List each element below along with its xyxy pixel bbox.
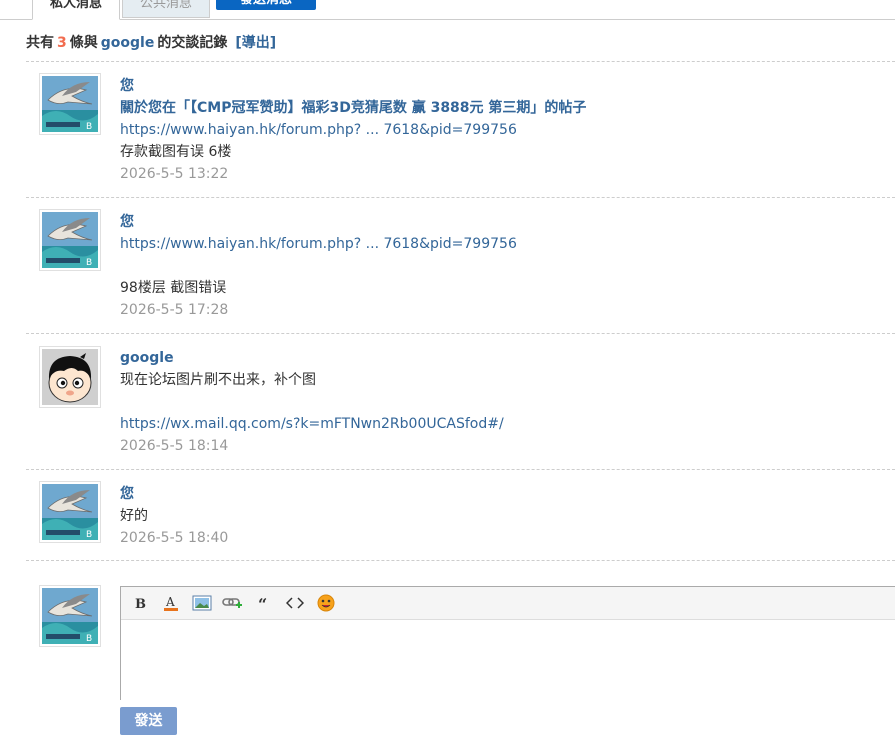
reply-editor: B A “ (120, 586, 895, 700)
smiley-icon[interactable] (313, 591, 339, 615)
seagull-avatar-image: B (42, 588, 98, 644)
message-body: 您 https://www.haiyan.hk/forum.php? ... 7… (120, 211, 880, 321)
seagull-avatar-image: B (42, 484, 98, 540)
image-icon[interactable] (189, 591, 215, 615)
partner-link[interactable]: google (101, 35, 155, 51)
font-color-icon[interactable]: A (158, 591, 184, 615)
message-timestamp: 2026-5-5 13:22 (120, 166, 229, 182)
divider (26, 560, 895, 561)
svg-text:“: “ (258, 596, 267, 610)
divider (26, 333, 895, 334)
tab-public-messages[interactable]: 公共消息 (122, 0, 210, 18)
message-text: 现在论坛图片刷不出来，补个图 (120, 372, 316, 388)
divider (26, 61, 895, 62)
seagull-avatar-image: B (42, 76, 98, 132)
svg-text:B: B (86, 258, 92, 268)
code-icon[interactable] (282, 591, 308, 615)
message-count: 3 (57, 35, 67, 51)
editor-toolbar: B A “ (121, 587, 895, 620)
summary-prefix: 共有 (26, 35, 54, 51)
message-text: 好的 (120, 508, 148, 524)
svg-text:B: B (135, 597, 146, 611)
conversation-summary: 共有 3 條與 google 的交談記錄 [導出] (26, 32, 276, 52)
seagull-avatar[interactable]: B (39, 585, 101, 647)
message-body: 您 關於您在「【CMP冠军赞助】福彩3D竞猜尾数 赢 3888元 第三期」的帖子… (120, 75, 880, 185)
svg-text:B: B (86, 122, 92, 132)
message-text: 存款截图有误 6楼 (120, 144, 232, 160)
message-body: 您 好的 2026-5-5 18:40 (120, 483, 880, 549)
message-author[interactable]: 您 (120, 483, 880, 505)
cartoon-face-avatar[interactable] (39, 346, 101, 408)
thread-url-link[interactable]: https://www.haiyan.hk/forum.php? ... 761… (120, 233, 880, 255)
summary-middle: 條與 (69, 35, 98, 51)
divider (26, 197, 895, 198)
submit-button[interactable]: 發送 (120, 707, 177, 735)
seagull-avatar[interactable]: B (39, 481, 101, 543)
send-message-button[interactable]: 發送消息 (216, 0, 316, 10)
svg-text:B: B (86, 530, 92, 540)
summary-suffix: 的交談記錄 (157, 35, 228, 51)
export-link[interactable]: [導出] (235, 35, 276, 51)
thread-url-link[interactable]: https://www.haiyan.hk/forum.php? ... 761… (120, 119, 880, 141)
message-tabs: 私人消息 公共消息 發送消息 (0, 0, 895, 20)
message-text: 98楼层 截图错误 (120, 280, 227, 296)
bold-icon[interactable]: B (127, 591, 153, 615)
seagull-avatar-image: B (42, 212, 98, 268)
message-author[interactable]: 您 (120, 75, 880, 97)
link-add-icon[interactable] (220, 591, 246, 615)
message-timestamp: 2026-5-5 18:14 (120, 438, 229, 454)
message-body: google 现在论坛图片刷不出来，补个图 https://wx.mail.qq… (120, 347, 880, 457)
seagull-avatar[interactable]: B (39, 209, 101, 271)
message-timestamp: 2026-5-5 18:40 (120, 530, 229, 546)
reply-textarea[interactable] (121, 620, 895, 700)
message-timestamp: 2026-5-5 17:28 (120, 302, 229, 318)
divider (26, 469, 895, 470)
message-author[interactable]: google (120, 347, 880, 369)
quote-icon[interactable]: “ (251, 591, 277, 615)
thread-title-link[interactable]: 關於您在「【CMP冠军赞助】福彩3D竞猜尾数 赢 3888元 第三期」的帖子 (120, 97, 880, 119)
svg-text:B: B (86, 634, 92, 644)
tab-private-messages[interactable]: 私人消息 (32, 0, 120, 20)
seagull-avatar[interactable]: B (39, 73, 101, 135)
mail-link[interactable]: https://wx.mail.qq.com/s?k=mFTNwn2Rb00UC… (120, 413, 880, 435)
cartoon-face-avatar-image (42, 349, 98, 405)
message-author[interactable]: 您 (120, 211, 880, 233)
svg-text:A: A (165, 595, 175, 609)
